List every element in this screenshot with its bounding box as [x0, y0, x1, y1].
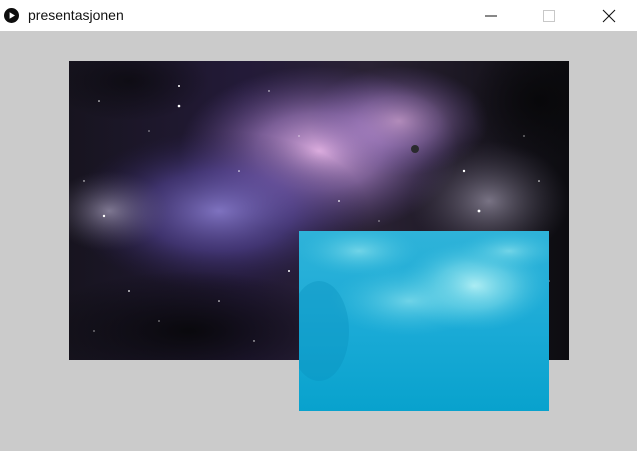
underwater-image: [299, 231, 549, 411]
minimize-icon: [485, 10, 497, 22]
play-circle-icon: [4, 8, 19, 23]
close-icon: [602, 9, 616, 23]
maximize-button[interactable]: [526, 0, 572, 31]
minimize-button[interactable]: [468, 0, 514, 31]
app-window: presentasjonen: [0, 0, 637, 451]
title-bar[interactable]: presentasjonen: [0, 0, 637, 31]
window-title: presentasjonen: [28, 7, 124, 23]
close-button[interactable]: [586, 0, 632, 31]
maximize-icon: [543, 9, 555, 22]
sketch-canvas[interactable]: [0, 31, 637, 451]
